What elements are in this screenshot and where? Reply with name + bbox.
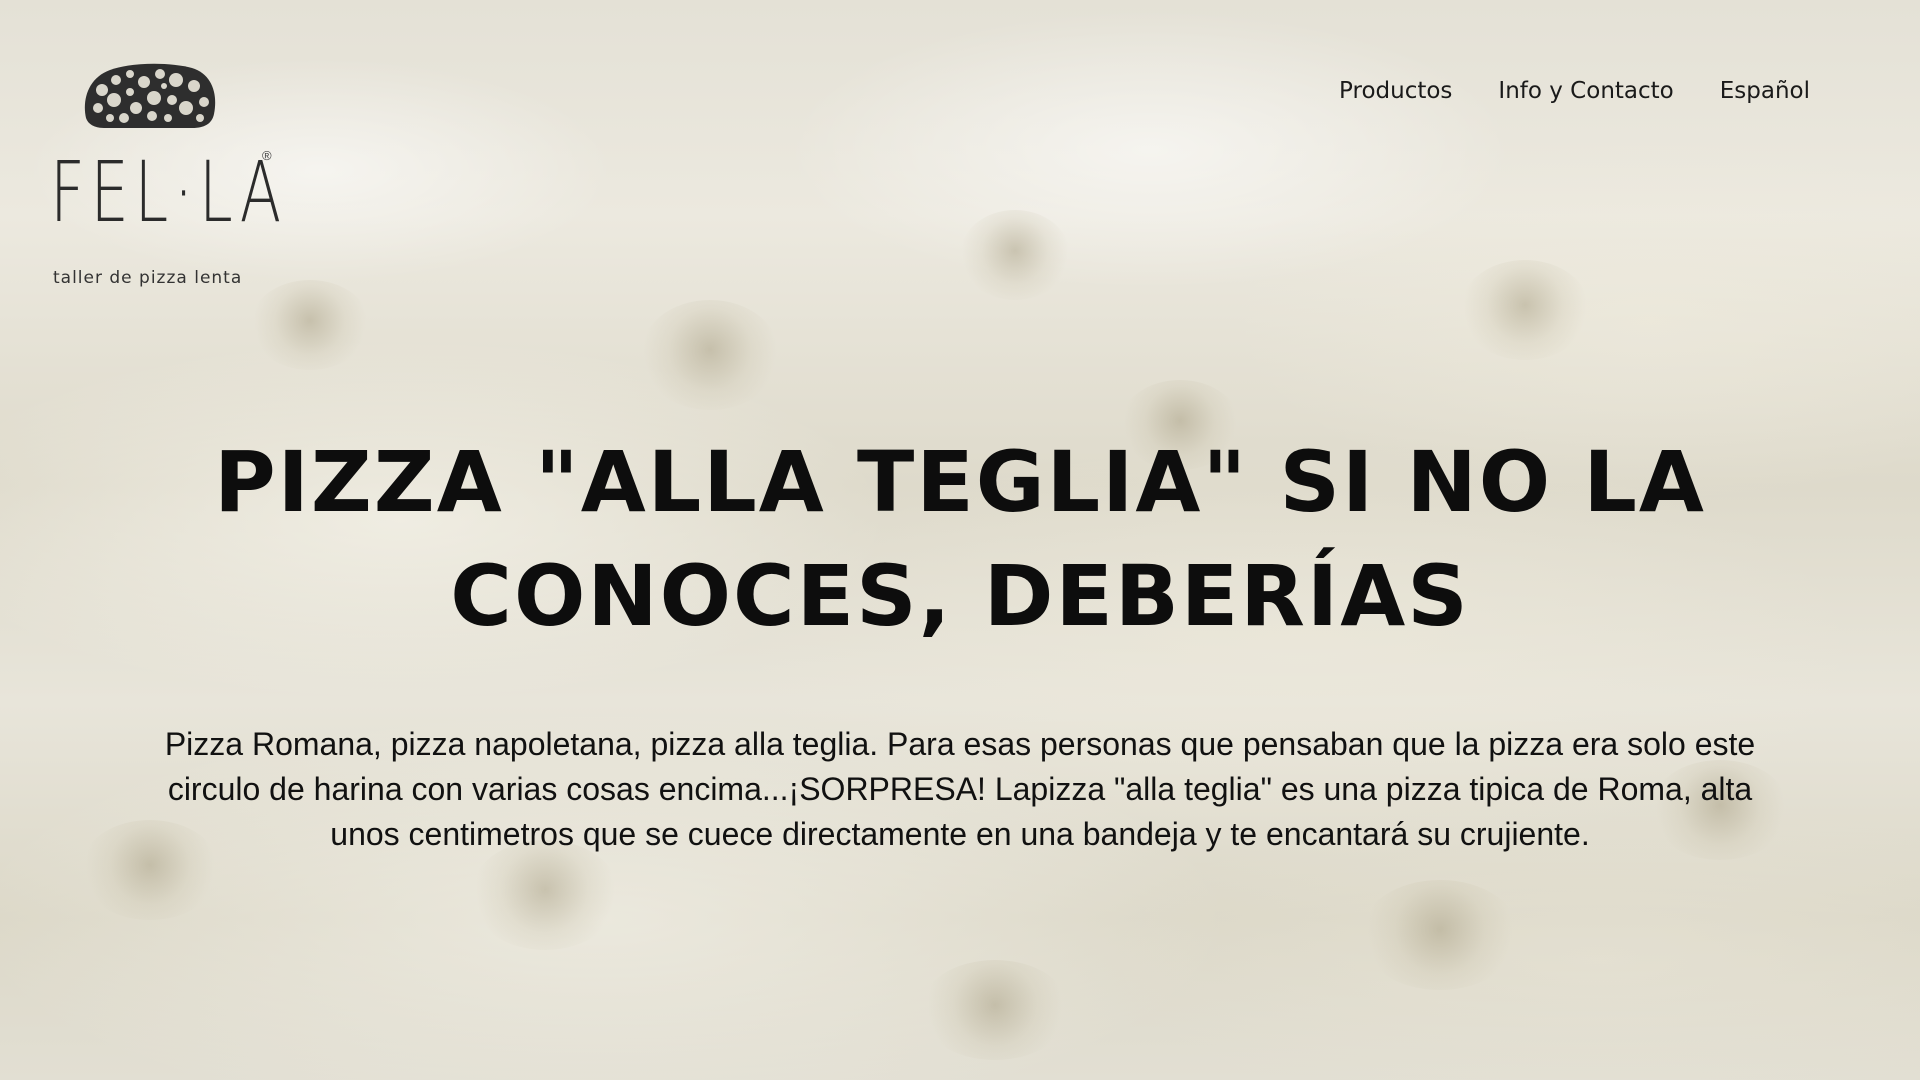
hero-headline: PIZZA "ALLA TEGLIA" SI NO LA CONOCES, DE… — [214, 433, 1706, 645]
brand-tagline: taller de pizza lenta — [53, 268, 243, 288]
nav-link-productos[interactable]: Productos — [1339, 78, 1452, 104]
main-nav: Productos Info y Contacto Español — [1339, 78, 1810, 104]
nav-link-info-contacto[interactable]: Info y Contacto — [1498, 78, 1673, 104]
dough-dimple — [1360, 880, 1520, 990]
brand-wordmark: FEL·LA — [50, 143, 287, 241]
dough-dimple — [640, 300, 780, 410]
registered-mark: ® — [262, 148, 272, 163]
dough-dimple — [250, 280, 370, 370]
dough-dimple — [920, 960, 1070, 1060]
dough-dimple — [960, 210, 1070, 300]
nav-link-language[interactable]: Español — [1720, 78, 1810, 104]
dough-dimple — [1460, 260, 1590, 360]
bread-loaf-bubbles-icon — [84, 63, 216, 128]
hero-paragraph: Pizza Romana, pizza napoletana, pizza al… — [164, 726, 1756, 852]
